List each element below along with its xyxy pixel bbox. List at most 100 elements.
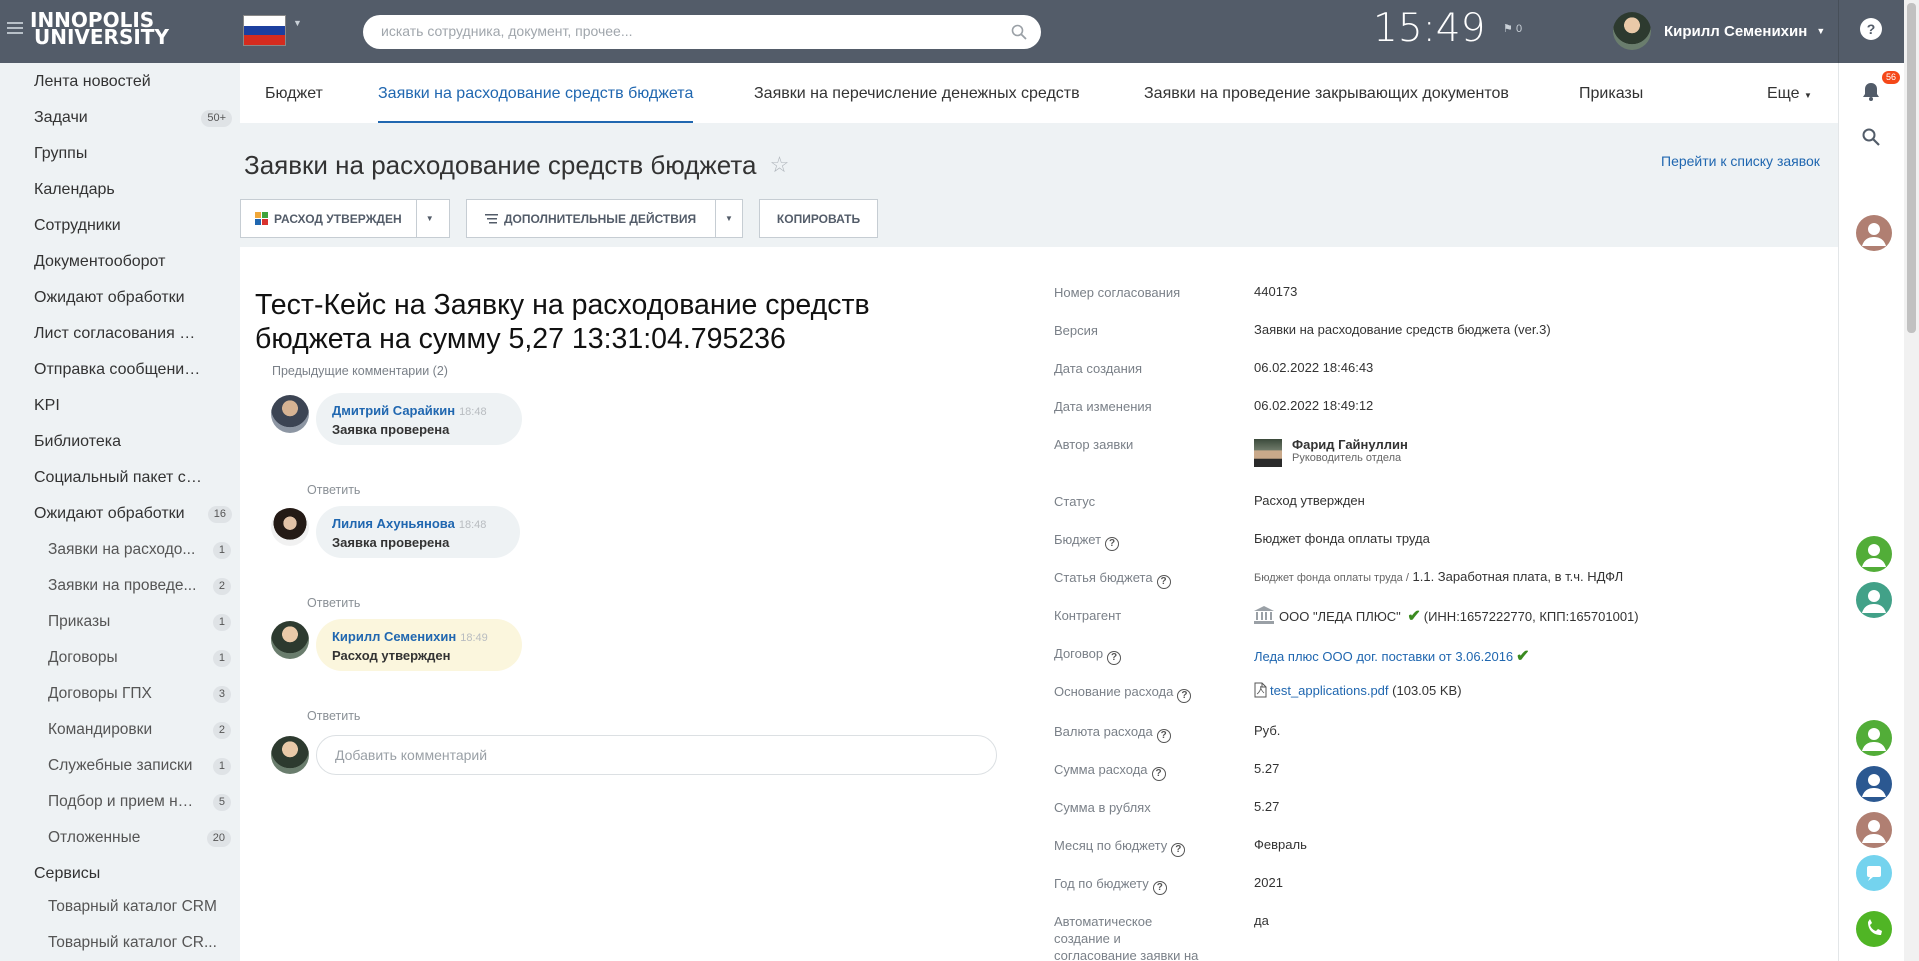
sidebar-item[interactable]: KPI — [34, 391, 234, 421]
sidebar-subitem[interactable]: Отложенные 20 — [48, 823, 233, 853]
help-icon[interactable]: ? — [1171, 843, 1186, 857]
year-label: Год по бюджету? — [1054, 875, 1224, 895]
avatar[interactable] — [1254, 439, 1282, 467]
help-icon[interactable]: ? — [1860, 18, 1882, 40]
sidebar-item[interactable]: Ожидают обработки 16 — [34, 499, 234, 529]
sidebar-item[interactable]: Задачи 50+ — [34, 103, 234, 133]
bell-icon[interactable] — [1860, 80, 1882, 102]
avatar[interactable] — [1856, 536, 1892, 572]
sidebar-subitem[interactable]: Товарный каталог CRM — [48, 892, 233, 922]
logo[interactable]: INNOPOLIS UNIVERSITY — [30, 10, 220, 52]
phone-icon[interactable] — [1856, 911, 1892, 947]
sidebar-item[interactable]: Лист согласования доку... — [34, 319, 234, 349]
avatar[interactable] — [271, 621, 309, 659]
help-icon[interactable]: ? — [1177, 689, 1192, 703]
add-comment-input[interactable] — [335, 747, 935, 763]
request-title-line1: Тест-Кейс на Заявку на расходование сред… — [255, 289, 870, 321]
help-icon[interactable]: ? — [1105, 537, 1120, 551]
previous-comments-link[interactable]: Предыдущие комментарии (2) — [272, 364, 448, 378]
reply-link[interactable]: Ответить — [307, 483, 360, 497]
sidebar-subitem[interactable]: Заявки на проведе... 2 — [48, 571, 233, 601]
reply-link[interactable]: Ответить — [307, 709, 360, 723]
chevron-down-icon[interactable]: ▼ — [415, 200, 443, 237]
request-title: Тест-Кейс на Заявку на расходование сред… — [255, 288, 975, 356]
tab-transfer-requests[interactable]: Заявки на перечисление денежных средств — [754, 63, 1080, 123]
sidebar-subitem-label: Договоры ГПХ — [48, 685, 152, 702]
sidebar-subitem[interactable]: Командировки 2 — [48, 715, 233, 745]
search-input[interactable] — [381, 23, 981, 39]
sidebar-item[interactable]: Документооборот — [34, 247, 234, 277]
help-icon[interactable]: ? — [1151, 767, 1166, 781]
sidebar-item[interactable]: Лента новостей — [34, 67, 234, 97]
sidebar-subitem-label: Договоры — [48, 649, 118, 666]
comment-time: 18:49 — [460, 632, 488, 644]
chevron-down-icon: ▼ — [1804, 91, 1812, 100]
help-icon[interactable]: ? — [1152, 881, 1167, 895]
avatar[interactable] — [271, 508, 309, 546]
contract-link[interactable]: Леда плюс ООО дог. поставки от 3.06.2016 — [1254, 649, 1513, 664]
sidebar-subitem-label: Заявки на расходо... — [48, 541, 196, 558]
goto-list-link[interactable]: Перейти к списку заявок — [1661, 153, 1820, 169]
help-icon[interactable]: ? — [1156, 729, 1171, 743]
sidebar-subitem[interactable]: Приказы 1 — [48, 607, 233, 637]
comment-author[interactable]: Кирилл Семенихин — [332, 629, 456, 644]
basis-file-link[interactable]: test_applications.pdf — [1270, 683, 1389, 698]
help-icon[interactable]: ? — [1107, 651, 1122, 665]
avatar[interactable] — [1856, 766, 1892, 802]
sidebar-subitem[interactable]: Договоры 1 — [48, 643, 233, 673]
copy-button[interactable]: Копировать — [759, 199, 878, 238]
sidebar-item[interactable]: Отправка сообщений (С... — [34, 355, 234, 385]
sidebar-subitem[interactable]: Договоры ГПХ 3 — [48, 679, 233, 709]
clock[interactable]: 15:49 — [1373, 6, 1485, 51]
chevron-down-icon[interactable]: ▼ — [293, 18, 302, 28]
actions-button[interactable]: Дополнительные действия ▼ — [466, 199, 743, 238]
flag-counter[interactable]: ⚑ 0 — [1503, 22, 1522, 35]
sidebar-subitem[interactable]: Служебные записки 1 — [48, 751, 233, 781]
user-menu[interactable]: Кирилл Семенихин ▼ — [1613, 10, 1825, 52]
sidebar-item[interactable]: Ожидают обработки — [34, 283, 234, 313]
search-icon[interactable] — [1862, 128, 1880, 146]
basis-label: Основание расхода? — [1054, 683, 1224, 703]
menu-burger-icon[interactable] — [7, 22, 23, 36]
chevron-down-icon: ▼ — [1816, 26, 1826, 36]
sidebar-item[interactable]: Группы — [34, 139, 234, 169]
number-label: Номер согласования — [1054, 285, 1181, 300]
tab-closing-docs[interactable]: Заявки на проведение закрывающих докумен… — [1144, 63, 1509, 123]
sidebar-item[interactable]: Библиотека — [34, 427, 234, 457]
sidebar-subitem-label: Отложенные — [48, 829, 141, 846]
tab-more[interactable]: Еще ▼ — [1767, 63, 1812, 123]
avatar[interactable] — [271, 395, 309, 433]
created-label: Дата создания — [1054, 361, 1143, 376]
tab-expense-requests[interactable]: Заявки на расходование средств бюджета — [378, 63, 694, 123]
tab-budget[interactable]: Бюджет — [265, 63, 323, 123]
status-button[interactable]: Расход утвержден ▼ — [240, 199, 450, 238]
avatar[interactable] — [1856, 582, 1892, 618]
comment-author[interactable]: Дмитрий Сарайкин — [332, 403, 455, 418]
star-icon[interactable]: ☆ — [770, 152, 790, 178]
avatar[interactable] — [1856, 215, 1892, 251]
sidebar-item-services[interactable]: Сервисы — [34, 859, 234, 889]
sum-label: Сумма расхода? — [1054, 761, 1224, 781]
chevron-down-icon[interactable]: ▼ — [715, 200, 742, 237]
avatar[interactable] — [1856, 720, 1892, 756]
sidebar-subitem[interactable]: Товарный каталог CR... — [48, 928, 233, 958]
auto-label: Автоматическое создание и согласование з… — [1054, 914, 1199, 961]
sidebar-item[interactable]: Сотрудники — [34, 211, 234, 241]
sidebar-item[interactable]: Социальный пакет сотру... — [34, 463, 234, 493]
language-flag-icon[interactable] — [243, 15, 286, 46]
sidebar-subitem[interactable]: Подбор и прием но... 5 — [48, 787, 233, 817]
sidebar-item[interactable]: Календарь — [34, 175, 234, 205]
sidebar-subitem-label: Служебные записки — [48, 757, 193, 774]
search-icon[interactable] — [1011, 24, 1027, 40]
avatar[interactable] — [1856, 812, 1892, 848]
check-icon: ✔ — [1516, 648, 1530, 665]
chat-icon[interactable] — [1856, 855, 1892, 891]
reply-link[interactable]: Ответить — [307, 596, 360, 610]
sidebar-subitem[interactable]: Заявки на расходо... 1 — [48, 535, 233, 565]
scroll-thumb[interactable] — [1907, 3, 1916, 333]
comment-author[interactable]: Лилия Ахуньянова — [332, 516, 455, 531]
request-title-line2: бюджета на сумму 5,27 13:31:04.795236 — [255, 323, 786, 355]
comment-bubble: Дмитрий Сарайкин 18:48 Заявка проверена — [316, 393, 522, 445]
help-icon[interactable]: ? — [1156, 575, 1171, 589]
tab-orders[interactable]: Приказы — [1579, 63, 1643, 123]
